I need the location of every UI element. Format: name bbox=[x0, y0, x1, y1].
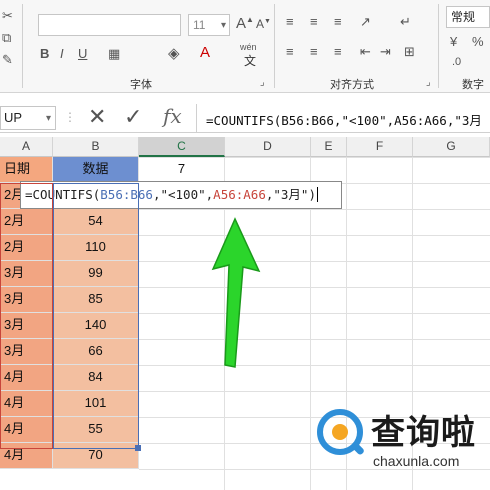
data-cell[interactable]: 84 bbox=[53, 365, 139, 391]
font-size-select[interactable]: 11 ▾ bbox=[188, 14, 230, 36]
increase-indent-icon[interactable]: ⇥ bbox=[380, 44, 391, 60]
align-top-icon[interactable]: ≡ bbox=[286, 14, 294, 29]
data-cell[interactable]: 101 bbox=[53, 391, 139, 417]
worksheet-grid: A B C D E F G 日期 数据 7 2月 =COUNTIFS(B56:B… bbox=[0, 137, 490, 490]
divider bbox=[196, 104, 197, 132]
text-cursor bbox=[317, 187, 318, 202]
dialog-launcher-icon[interactable]: ⌟ bbox=[426, 77, 431, 88]
data-cell[interactable]: 110 bbox=[53, 235, 139, 261]
decrease-font-icon[interactable]: A▼ bbox=[256, 17, 271, 31]
watermark-brand: 查询啦 bbox=[371, 414, 476, 452]
copy-icon[interactable]: ⧉ bbox=[2, 30, 11, 46]
header-cell-date[interactable]: 日期 bbox=[0, 157, 53, 183]
data-cell[interactable]: 99 bbox=[53, 261, 139, 287]
header-cell-data[interactable]: 数据 bbox=[53, 157, 139, 183]
number-group-label: 数字 bbox=[462, 79, 484, 91]
date-cell[interactable]: 2月 bbox=[0, 209, 53, 235]
column-header-d[interactable]: D bbox=[225, 137, 311, 157]
font-color-icon[interactable]: A bbox=[200, 44, 210, 61]
alignment-group-label: 对齐方式 bbox=[330, 79, 374, 91]
result-cell[interactable]: 7 bbox=[139, 157, 225, 183]
watermark-url: chaxunla.com bbox=[373, 453, 460, 469]
cancel-icon[interactable]: ✕ bbox=[88, 104, 106, 130]
drag-handle-icon[interactable]: ⋮ bbox=[64, 110, 76, 124]
date-cell[interactable]: 4月 bbox=[0, 417, 53, 443]
insert-function-button[interactable]: fx bbox=[163, 104, 182, 128]
increase-decimal-icon[interactable]: .0 bbox=[452, 56, 461, 68]
formula-suffix: ,"3月") bbox=[265, 187, 316, 202]
number-format-value: 常规 bbox=[451, 10, 476, 24]
format-painter-icon[interactable]: ✎ bbox=[2, 52, 13, 68]
date-cell[interactable]: 3月 bbox=[0, 339, 53, 365]
divider bbox=[438, 4, 439, 88]
formula-criteria: ,"<100", bbox=[152, 187, 214, 202]
currency-format-icon[interactable]: ¥ bbox=[450, 34, 457, 49]
column-header-a[interactable]: A bbox=[0, 137, 53, 157]
range-reference-a: A56:A66 bbox=[213, 187, 266, 202]
range-reference-b: B56:B66 bbox=[100, 187, 153, 202]
range-handle[interactable] bbox=[135, 445, 141, 451]
confirm-icon[interactable]: ✓ bbox=[124, 104, 142, 130]
align-center-icon[interactable]: ≡ bbox=[310, 44, 318, 59]
column-header-b[interactable]: B bbox=[53, 137, 139, 157]
font-size-value: 11 bbox=[193, 18, 206, 32]
column-header-f[interactable]: F bbox=[347, 137, 413, 157]
percent-format-icon[interactable]: % bbox=[472, 34, 484, 49]
data-cell[interactable]: 85 bbox=[53, 287, 139, 313]
date-cell[interactable]: 4月 bbox=[0, 365, 53, 391]
phonetic-icon[interactable]: 文 bbox=[244, 52, 256, 69]
align-bottom-icon[interactable]: ≡ bbox=[334, 14, 342, 29]
date-cell[interactable]: 2月 bbox=[0, 235, 53, 261]
borders-icon[interactable]: ▦ bbox=[108, 46, 120, 62]
chevron-down-icon: ▾ bbox=[220, 20, 226, 31]
bold-icon[interactable]: B bbox=[40, 46, 49, 61]
data-cell[interactable]: 140 bbox=[53, 313, 139, 339]
formula-prefix: =COUNTIFS( bbox=[25, 187, 101, 202]
decrease-indent-icon[interactable]: ⇤ bbox=[360, 44, 371, 60]
ribbon: ✂ ⧉ ✎ 11 ▾ A▲ A▼ B I U ▦ ◈ A wén 文 字体 ⌟ … bbox=[0, 0, 490, 93]
number-format-select[interactable]: 常规 bbox=[446, 6, 490, 28]
formula-bar: UP ▾ ⋮ ✕ ✓ fx =COUNTIFS(B56:B66,"<100",A… bbox=[0, 104, 490, 133]
dialog-launcher-icon[interactable]: ⌟ bbox=[260, 77, 265, 88]
divider bbox=[274, 4, 275, 88]
name-box[interactable]: UP ▾ bbox=[0, 106, 56, 130]
divider bbox=[22, 4, 23, 88]
in-cell-editor[interactable]: =COUNTIFS(B56:B66,"<100",A56:A66,"3月") bbox=[20, 181, 342, 209]
wrap-text-icon[interactable]: ↵ bbox=[400, 14, 411, 30]
column-header-e[interactable]: E bbox=[311, 137, 347, 157]
data-cell[interactable]: 55 bbox=[53, 417, 139, 443]
formula-input[interactable]: =COUNTIFS(B56:B66,"<100",A56:A66,"3月 bbox=[206, 110, 490, 129]
formula-text: =COUNTIFS(B56:B66,"<100",A56:A66,"3月 bbox=[206, 113, 482, 128]
increase-font-icon[interactable]: A▲ bbox=[236, 15, 254, 32]
cut-icon[interactable]: ✂ bbox=[2, 8, 13, 24]
column-header-g[interactable]: G bbox=[413, 137, 490, 157]
orientation-icon[interactable]: ↗ bbox=[360, 14, 371, 30]
align-left-icon[interactable]: ≡ bbox=[286, 44, 294, 59]
data-cell[interactable]: 54 bbox=[53, 209, 139, 235]
name-box-value: UP bbox=[4, 110, 23, 125]
align-right-icon[interactable]: ≡ bbox=[334, 44, 342, 59]
data-cell[interactable]: 70 bbox=[53, 443, 139, 469]
arrow-icon bbox=[211, 217, 261, 368]
chevron-down-icon: ▾ bbox=[45, 113, 51, 124]
data-cell[interactable]: 66 bbox=[53, 339, 139, 365]
date-cell[interactable]: 4月 bbox=[0, 443, 53, 469]
date-cell[interactable]: 4月 bbox=[0, 391, 53, 417]
phonetic-label: wén bbox=[240, 42, 257, 52]
font-group-label: 字体 bbox=[130, 79, 152, 91]
align-middle-icon[interactable]: ≡ bbox=[310, 14, 318, 29]
date-cell[interactable]: 3月 bbox=[0, 313, 53, 339]
font-name-select[interactable] bbox=[38, 14, 181, 36]
column-header-c[interactable]: C bbox=[139, 137, 225, 157]
date-cell[interactable]: 3月 bbox=[0, 261, 53, 287]
date-cell[interactable]: 3月 bbox=[0, 287, 53, 313]
magnifier-logo-icon bbox=[317, 409, 364, 455]
fill-color-icon[interactable]: ◈ bbox=[168, 44, 180, 62]
underline-icon[interactable]: U bbox=[78, 46, 87, 61]
merge-center-icon[interactable]: ⊞ bbox=[404, 44, 415, 60]
watermark: 查询啦 chaxunla.com bbox=[315, 403, 485, 485]
italic-icon[interactable]: I bbox=[60, 46, 64, 61]
